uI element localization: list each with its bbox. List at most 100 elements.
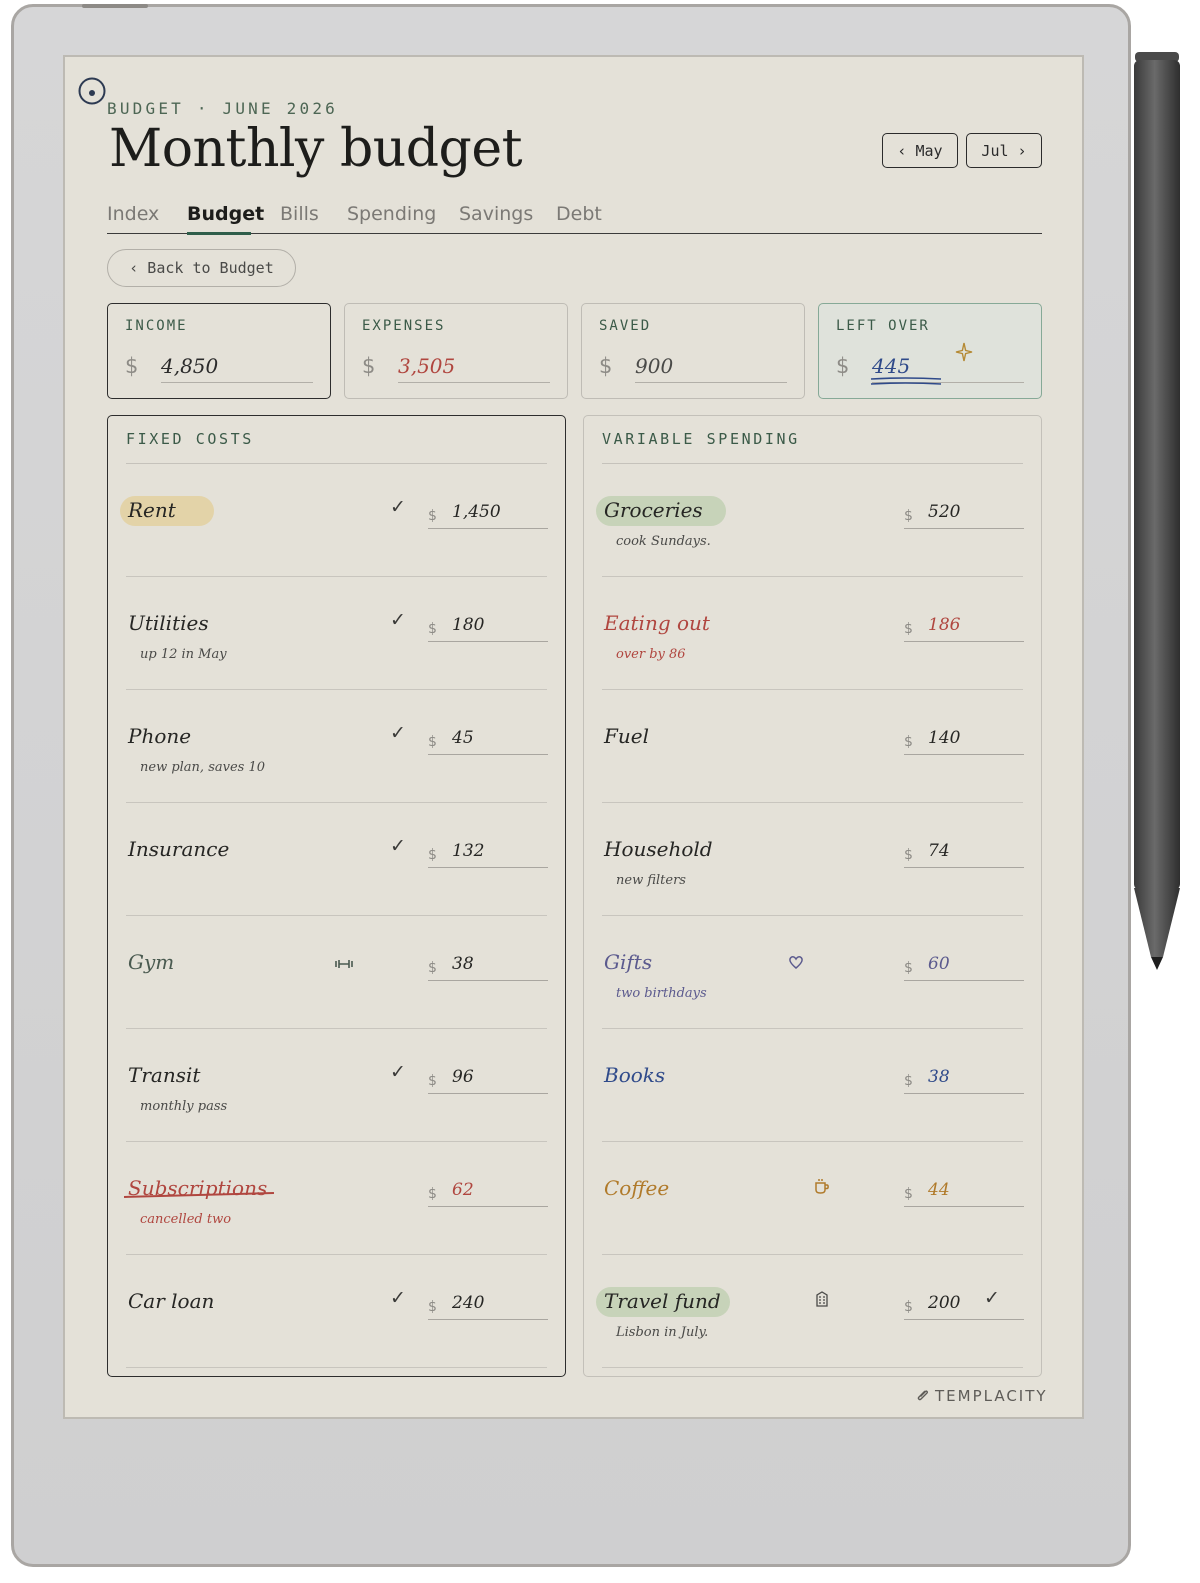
- row-note: over by 86: [616, 647, 686, 662]
- variable-spending-panel: VARIABLE SPENDING Groceries cook Sundays…: [583, 415, 1042, 1377]
- currency-symbol: $: [428, 734, 437, 750]
- row-amount[interactable]: 180: [452, 615, 484, 635]
- row-note: two birthdays: [616, 986, 707, 1001]
- amount-underline: [428, 754, 548, 756]
- tab-budget[interactable]: Budget: [187, 203, 264, 225]
- tab-spending[interactable]: Spending: [347, 203, 436, 225]
- table-row[interactable]: Fuel $ 140: [584, 690, 1041, 803]
- row-name: Fuel: [604, 724, 649, 748]
- row-name: Utilities: [128, 611, 209, 635]
- row-name: Groceries: [604, 498, 703, 522]
- row-name: Car loan: [128, 1289, 215, 1313]
- tab-savings[interactable]: Savings: [459, 203, 533, 225]
- check-icon[interactable]: ✓: [984, 1287, 1000, 1309]
- table-row[interactable]: Phone new plan, saves 10 ✓ $ 45: [108, 690, 565, 803]
- back-to-budget-button[interactable]: ‹ Back to Budget: [107, 249, 296, 287]
- row-note: monthly pass: [140, 1099, 228, 1114]
- row-amount[interactable]: 96: [452, 1067, 474, 1087]
- row-amount[interactable]: 200: [928, 1293, 960, 1313]
- income-card[interactable]: INCOME $ 4,850: [107, 303, 331, 399]
- amount-underline: [428, 1319, 548, 1321]
- expenses-card[interactable]: EXPENSES $ 3,505: [344, 303, 568, 399]
- currency-symbol: $: [125, 354, 139, 378]
- left-over-card[interactable]: LEFT OVER $ 445: [818, 303, 1042, 399]
- row-amount[interactable]: 38: [452, 954, 474, 974]
- prev-month-button[interactable]: ‹ May: [882, 133, 958, 168]
- sparkle-icon: [955, 342, 973, 362]
- saved-value: 900: [635, 354, 674, 378]
- check-icon[interactable]: ✓: [390, 722, 406, 744]
- expenses-value: 3,505: [398, 354, 456, 378]
- check-icon[interactable]: ✓: [390, 1287, 406, 1309]
- tab-bills[interactable]: Bills: [280, 203, 319, 225]
- row-amount[interactable]: 1,450: [452, 502, 501, 522]
- row-amount[interactable]: 60: [928, 954, 950, 974]
- currency-symbol: $: [904, 621, 913, 637]
- currency-symbol: $: [428, 508, 437, 524]
- card-label: LEFT OVER: [836, 318, 930, 334]
- amount-underline: [904, 1093, 1024, 1095]
- currency-symbol: $: [428, 1073, 437, 1089]
- panel-heading: VARIABLE SPENDING: [602, 430, 800, 448]
- amount-underline: [904, 1319, 1024, 1321]
- tab-debt[interactable]: Debt: [556, 203, 602, 225]
- check-icon[interactable]: ✓: [390, 496, 406, 518]
- row-amount[interactable]: 62: [452, 1180, 474, 1200]
- row-amount[interactable]: 74: [928, 841, 950, 861]
- row-note: Lisbon in July.: [616, 1325, 709, 1340]
- card-label: INCOME: [125, 318, 188, 334]
- table-row[interactable]: Household new filters $ 74: [584, 803, 1041, 916]
- brand-name: TEMPLACITY: [935, 1387, 1048, 1405]
- amount-underline: [428, 867, 548, 869]
- saved-card[interactable]: SAVED $ 900: [581, 303, 805, 399]
- table-row[interactable]: Travel fund Lisbon in July. $ 200 ✓: [584, 1255, 1041, 1368]
- table-row[interactable]: Gifts two birthdays $ 60: [584, 916, 1041, 1029]
- row-amount[interactable]: 240: [452, 1293, 484, 1313]
- amount-underline: [904, 528, 1024, 530]
- table-row[interactable]: Transit monthly pass ✓ $ 96: [108, 1029, 565, 1142]
- table-row[interactable]: Eating out over by 86 $ 186: [584, 577, 1041, 690]
- breadcrumb: BUDGET · JUNE 2026: [107, 99, 338, 118]
- table-row[interactable]: Gym $ 38: [108, 916, 565, 1029]
- table-row[interactable]: Car loan ✓ $ 240: [108, 1255, 565, 1368]
- row-note: cook Sundays.: [616, 534, 711, 549]
- row-amount[interactable]: 44: [928, 1180, 950, 1200]
- table-row[interactable]: Rent ✓ $ 1,450: [108, 464, 565, 577]
- currency-symbol: $: [428, 1299, 437, 1315]
- amount-underline: [428, 980, 548, 982]
- amount-underline: [904, 980, 1024, 982]
- menu-circle-icon[interactable]: [78, 77, 106, 105]
- currency-symbol: $: [904, 1186, 913, 1202]
- row-name: Phone: [128, 724, 192, 748]
- tab-index[interactable]: Index: [107, 203, 159, 225]
- table-row[interactable]: Groceries cook Sundays. $ 520: [584, 464, 1041, 577]
- currency-symbol: $: [428, 621, 437, 637]
- check-icon[interactable]: ✓: [390, 835, 406, 857]
- power-button[interactable]: [82, 4, 148, 8]
- table-row[interactable]: Insurance ✓ $ 132: [108, 803, 565, 916]
- coffee-cup-icon: [815, 1179, 829, 1194]
- stylus-pen: [1134, 52, 1180, 970]
- dumbbell-icon: [335, 960, 353, 968]
- amount-underline: [904, 754, 1024, 756]
- row-amount[interactable]: 45: [452, 728, 474, 748]
- row-amount[interactable]: 186: [928, 615, 960, 635]
- currency-symbol: $: [904, 734, 913, 750]
- row-amount[interactable]: 520: [928, 502, 960, 522]
- table-row[interactable]: Coffee $ 44: [584, 1142, 1041, 1255]
- underline: [161, 382, 313, 384]
- table-row[interactable]: Subscriptions cancelled two $ 62: [108, 1142, 565, 1255]
- currency-symbol: $: [904, 1299, 913, 1315]
- table-row[interactable]: Utilities up 12 in May ✓ $ 180: [108, 577, 565, 690]
- next-month-button[interactable]: Jul ›: [966, 133, 1042, 168]
- row-amount[interactable]: 38: [928, 1067, 950, 1087]
- amount-underline: [904, 641, 1024, 643]
- row-amount[interactable]: 140: [928, 728, 960, 748]
- table-row[interactable]: Books $ 38: [584, 1029, 1041, 1142]
- row-amount[interactable]: 132: [452, 841, 484, 861]
- check-icon[interactable]: ✓: [390, 609, 406, 631]
- row-name: Books: [604, 1063, 666, 1087]
- currency-symbol: $: [428, 1186, 437, 1202]
- row-name: Gifts: [604, 950, 653, 974]
- check-icon[interactable]: ✓: [390, 1061, 406, 1083]
